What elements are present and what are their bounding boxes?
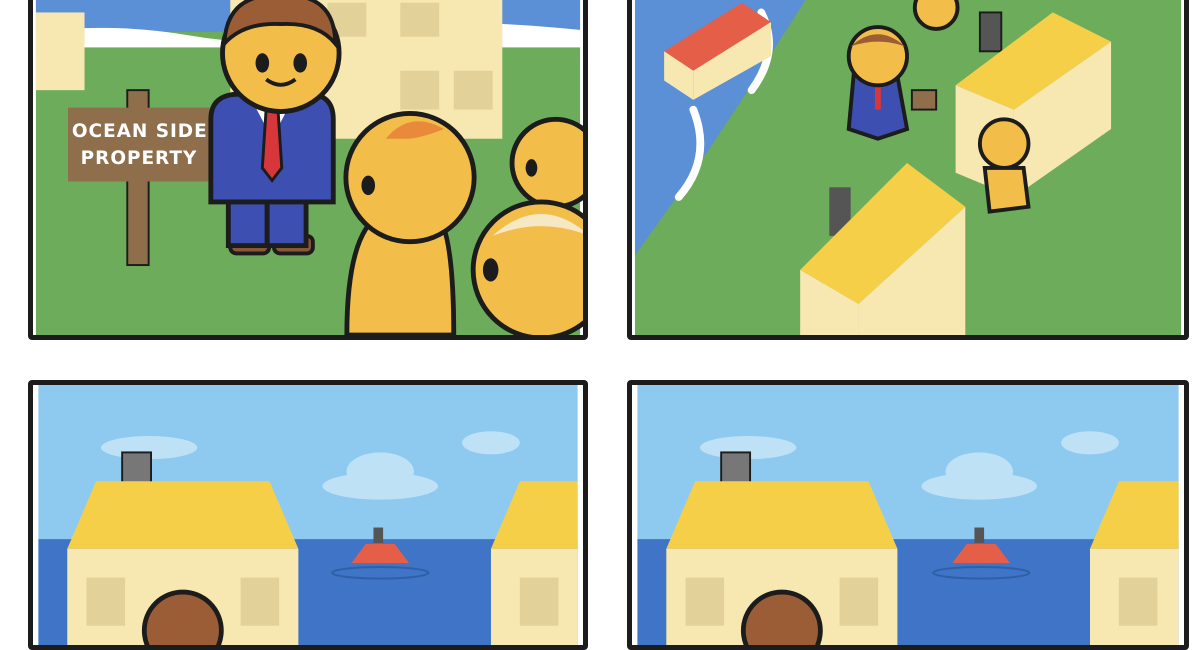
house-left <box>67 451 299 645</box>
panel-3-art <box>38 385 578 645</box>
comic-panel-4 <box>627 380 1189 650</box>
comic-panel-1: OCEAN SIDE PROPERTY <box>28 0 588 340</box>
house-left <box>666 451 898 645</box>
panel-1-art: OCEAN SIDE PROPERTY <box>35 0 583 335</box>
panel-2-art <box>634 0 1182 335</box>
sign-line-2: PROPERTY <box>81 148 198 169</box>
panel-4-art <box>637 385 1179 645</box>
running-person <box>912 0 960 31</box>
sign-line-1: OCEAN SIDE <box>72 121 208 142</box>
comic-panel-3 <box>28 380 588 650</box>
comic-panel-2 <box>627 0 1189 340</box>
